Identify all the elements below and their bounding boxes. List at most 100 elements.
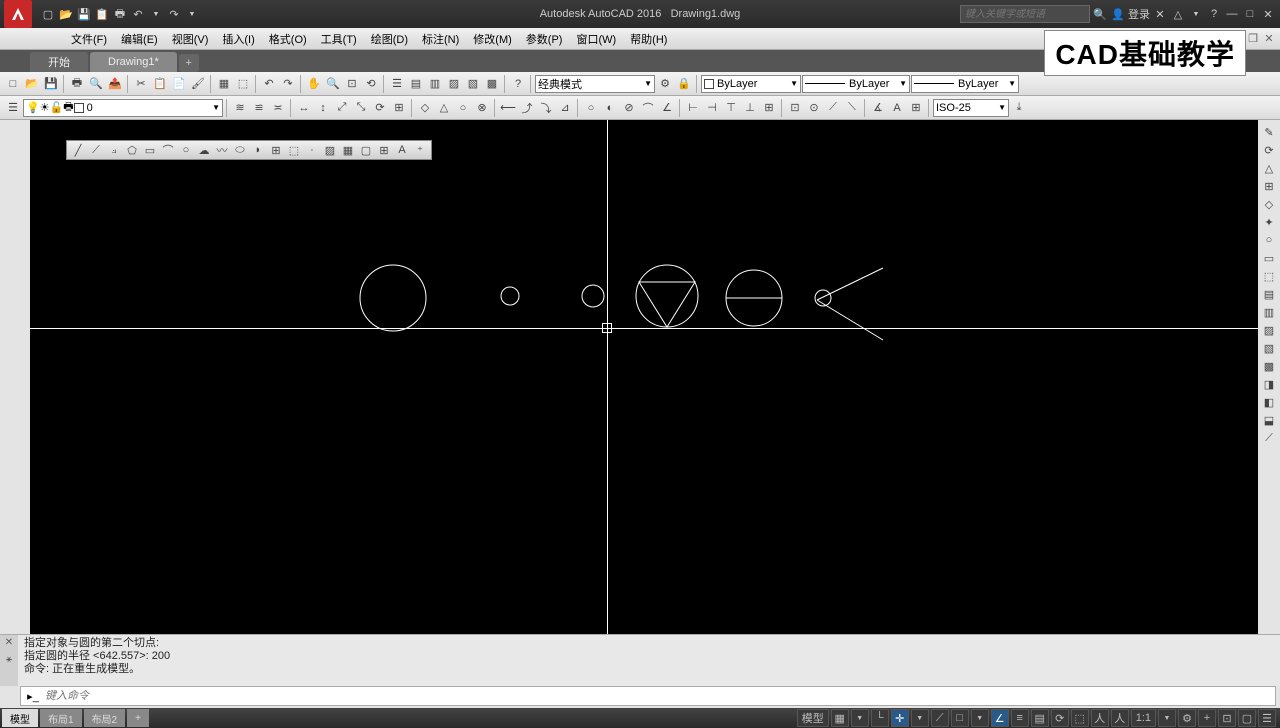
command-input[interactable] xyxy=(45,690,1275,702)
ws-lock-icon[interactable]: 🔒 xyxy=(675,75,693,93)
lwt-icon[interactable]: ≡ xyxy=(1011,709,1029,727)
cmd-close-icon[interactable]: ✕ xyxy=(5,637,13,648)
block2-icon[interactable]: ⬚ xyxy=(234,75,252,93)
dim9-icon[interactable]: ∠ xyxy=(658,99,676,117)
rpal4-icon[interactable]: ⊞ xyxy=(1261,178,1277,194)
custom-icon[interactable]: ☰ xyxy=(1258,709,1276,727)
modify6-icon[interactable]: ⊞ xyxy=(390,99,408,117)
dim15-icon[interactable]: ⊡ xyxy=(786,99,804,117)
menu-window[interactable]: 窗口(W) xyxy=(570,29,622,49)
menu-insert[interactable]: 插入(I) xyxy=(216,29,260,49)
dim5-icon[interactable]: ○ xyxy=(582,99,600,117)
rpal7-icon[interactable]: ○ xyxy=(1261,232,1277,248)
help-dd-icon[interactable]: ▼ xyxy=(1188,6,1204,22)
menu-format[interactable]: 格式(O) xyxy=(263,29,313,49)
dim10-icon[interactable]: ⊢ xyxy=(684,99,702,117)
undo-dd-icon[interactable]: ▼ xyxy=(148,6,164,22)
tab-model[interactable]: 模型 xyxy=(2,709,38,727)
menu-file[interactable]: 文件(F) xyxy=(65,29,113,49)
ellipse-icon[interactable]: ⬭ xyxy=(232,142,248,158)
zoom-prev-icon[interactable]: ⟲ xyxy=(362,75,380,93)
tab-add[interactable]: + xyxy=(179,54,199,72)
layer-off-icon[interactable]: ≋ xyxy=(231,99,249,117)
dimstyle-dropdown[interactable]: ISO-25▼ xyxy=(933,99,1009,117)
dim14-icon[interactable]: ⊞ xyxy=(760,99,778,117)
a360-icon[interactable]: △ xyxy=(1170,6,1186,22)
xline-icon[interactable]: ⟋ xyxy=(88,142,104,158)
menu-modify[interactable]: 修改(M) xyxy=(467,29,518,49)
cmd-handle-icon[interactable]: ⚹ xyxy=(6,654,12,665)
menu-help[interactable]: 帮助(H) xyxy=(624,29,673,49)
modify2-icon[interactable]: ↕ xyxy=(314,99,332,117)
zoom-rt-icon[interactable]: 🔍 xyxy=(324,75,342,93)
rpal13-icon[interactable]: ▧ xyxy=(1261,340,1277,356)
dim17-icon[interactable]: ⟋ xyxy=(824,99,842,117)
osnap-icon[interactable]: □ xyxy=(951,709,969,727)
point-icon[interactable]: · xyxy=(304,142,320,158)
drawing-canvas[interactable]: ╱ ⟋ ⟓ ⬠ ▭ ⌒ ○ ☁ 〰 ⬭ ◗ ⊞ ⬚ · ▨ ▦ ▢ ⊞ A ⁺ xyxy=(30,120,1258,634)
layer-dropdown[interactable]: 💡 ☀ 🔓 🖶 0 ▼ xyxy=(23,99,223,117)
rpal12-icon[interactable]: ▨ xyxy=(1261,322,1277,338)
rpal8-icon[interactable]: ▭ xyxy=(1261,250,1277,266)
ellipse-arc-icon[interactable]: ◗ xyxy=(250,142,266,158)
search-icon[interactable]: 🔍 xyxy=(1092,6,1108,22)
dim20-icon[interactable]: A xyxy=(888,99,906,117)
rpal9-icon[interactable]: ⬚ xyxy=(1261,268,1277,284)
dim16-icon[interactable]: ⊙ xyxy=(805,99,823,117)
table-icon[interactable]: ⊞ xyxy=(376,142,392,158)
calc-icon[interactable]: ▩ xyxy=(483,75,501,93)
ws-settings-icon[interactable]: ⚙ xyxy=(656,75,674,93)
dim21-icon[interactable]: ⊞ xyxy=(907,99,925,117)
undo2-icon[interactable]: ↶ xyxy=(260,75,278,93)
rpal11-icon[interactable]: ▥ xyxy=(1261,304,1277,320)
rect-icon[interactable]: ▭ xyxy=(142,142,158,158)
menu-param[interactable]: 参数(P) xyxy=(520,29,569,49)
dimstyle-mgr-icon[interactable]: ⤓ xyxy=(1010,99,1028,117)
circle-icon[interactable]: ○ xyxy=(178,142,194,158)
tab-layout1[interactable]: 布局1 xyxy=(40,709,82,727)
color-dropdown[interactable]: ByLayer▼ xyxy=(701,75,801,93)
osnap1-icon[interactable]: ◇ xyxy=(416,99,434,117)
cycle-icon[interactable]: ⟳ xyxy=(1051,709,1069,727)
trans-icon[interactable]: ▤ xyxy=(1031,709,1049,727)
redo2-icon[interactable]: ↷ xyxy=(279,75,297,93)
saveas-icon[interactable]: 📋 xyxy=(94,6,110,22)
dim6-icon[interactable]: ◐ xyxy=(601,99,619,117)
scale-btn[interactable]: 1:1 xyxy=(1131,709,1156,727)
snap-dd-icon[interactable]: ▼ xyxy=(851,709,869,727)
menu-view[interactable]: 视图(V) xyxy=(166,29,215,49)
modify1-icon[interactable]: ↔ xyxy=(295,99,313,117)
login-link[interactable]: 登录 xyxy=(1128,6,1150,22)
ortho-icon[interactable]: └ xyxy=(871,709,889,727)
scale-dd-icon[interactable]: ▼ xyxy=(1158,709,1176,727)
dim19-icon[interactable]: ∡ xyxy=(869,99,887,117)
osnap2-icon[interactable]: △ xyxy=(435,99,453,117)
props-icon[interactable]: ☰ xyxy=(388,75,406,93)
dim3-icon[interactable]: ⤵ xyxy=(537,99,555,117)
menu-dim[interactable]: 标注(N) xyxy=(416,29,465,49)
gear-icon[interactable]: ⚙ xyxy=(1178,709,1196,727)
plus-icon[interactable]: + xyxy=(1198,709,1216,727)
dim13-icon[interactable]: ⊥ xyxy=(741,99,759,117)
minimize-icon[interactable]: — xyxy=(1224,6,1240,22)
paste-icon[interactable]: 📄 xyxy=(170,75,188,93)
dim1-icon[interactable]: ⟵ xyxy=(499,99,517,117)
line-icon[interactable]: ╱ xyxy=(70,142,86,158)
osnap4-icon[interactable]: ⊗ xyxy=(473,99,491,117)
pline-icon[interactable]: ⟓ xyxy=(106,142,122,158)
help2-icon[interactable]: ? xyxy=(509,75,527,93)
iso-icon[interactable]: ⟋ xyxy=(931,709,949,727)
cut-icon[interactable]: ✂ xyxy=(132,75,150,93)
dim12-icon[interactable]: ⊤ xyxy=(722,99,740,117)
menu-draw[interactable]: 绘图(D) xyxy=(365,29,414,49)
addsel-icon[interactable]: ⁺ xyxy=(412,142,428,158)
modify3-icon[interactable]: ⤢ xyxy=(333,99,351,117)
match-icon[interactable]: 🖌 xyxy=(189,75,207,93)
region-icon[interactable]: ▢ xyxy=(358,142,374,158)
mtext-icon[interactable]: A xyxy=(394,142,410,158)
polar-dd-icon[interactable]: ▼ xyxy=(911,709,929,727)
new-icon[interactable]: □ xyxy=(4,75,22,93)
block-icon[interactable]: ▦ xyxy=(215,75,233,93)
user-icon[interactable]: 👤 xyxy=(1110,6,1126,22)
insert-icon[interactable]: ⊞ xyxy=(268,142,284,158)
